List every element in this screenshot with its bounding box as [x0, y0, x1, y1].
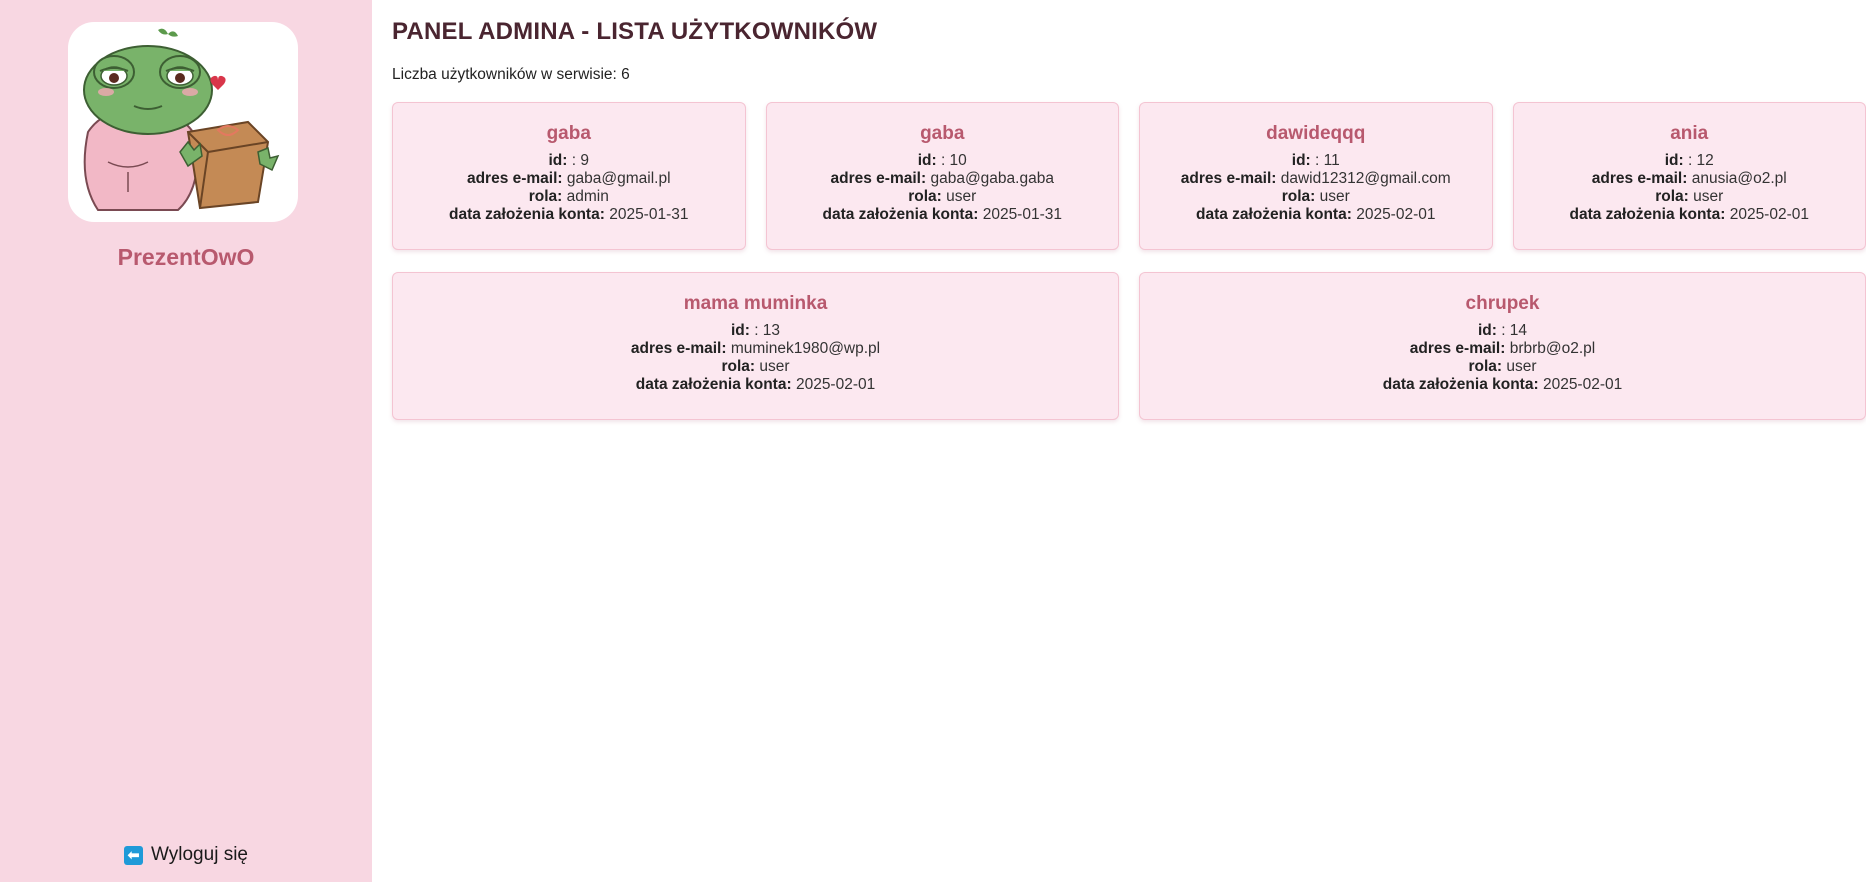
id-label: id:: [917, 152, 937, 169]
user-created: 2025-02-01: [795, 376, 876, 393]
logout-button[interactable]: ⬅ Wyloguj się: [0, 844, 372, 866]
created-label: data założenia konta:: [635, 376, 792, 393]
user-name: mama muminka: [683, 293, 828, 314]
user-email-line: adres e-mail: gaba@gmail.pl: [393, 170, 745, 188]
user-id-line: id: : 10: [767, 152, 1119, 170]
user-id-line: id: : 13: [393, 322, 1118, 340]
role-label: rola:: [908, 188, 942, 205]
id-label: id:: [730, 322, 750, 339]
user-created-line: data założenia konta: 2025-02-01: [1140, 206, 1492, 224]
frog-logo-icon: [83, 28, 280, 211]
email-label: adres e-mail:: [830, 170, 927, 187]
logout-label: Wyloguj się: [151, 844, 248, 865]
user-created: 2025-01-31: [609, 206, 689, 223]
user-role: user: [1506, 358, 1537, 375]
user-email-line: adres e-mail: brbrb@o2.pl: [1140, 340, 1865, 358]
page-title: PANEL ADMINA - LISTA UŻYTKOWNIKÓW: [392, 18, 878, 45]
user-id-line: id: : 11: [1140, 152, 1492, 170]
frog-logo: [68, 22, 298, 222]
user-id-line: id: : 12: [1514, 152, 1866, 170]
user-role: user: [759, 358, 790, 375]
user-created-line: data założenia konta: 2025-02-01: [1140, 376, 1865, 394]
user-role: admin: [566, 188, 609, 205]
user-id-line: id: : 14: [1140, 322, 1865, 340]
user-count: Liczba użytkowników w serwisie: 6: [392, 66, 630, 83]
user-created: 2025-01-31: [982, 206, 1062, 223]
user-card: mama muminka id: : 13 adres e-mail: mumi…: [392, 272, 1119, 420]
user-email: dawid12312@gmail.com: [1280, 170, 1451, 187]
user-role-line: rola: user: [1514, 188, 1866, 206]
role-label: rola:: [1281, 188, 1316, 205]
email-label: adres e-mail:: [466, 170, 563, 187]
role-label: rola:: [528, 188, 563, 205]
brand-name: PrezentOwO: [117, 244, 255, 270]
id-label: id:: [548, 152, 568, 169]
id-label: id:: [1291, 152, 1311, 169]
user-email: gaba@gaba.gaba: [930, 170, 1054, 187]
created-label: data założenia konta:: [822, 206, 979, 223]
email-label: adres e-mail:: [1591, 170, 1688, 187]
user-role: user: [1693, 188, 1724, 205]
sidebar: PrezentOwO ⬅ Wyloguj się: [0, 0, 372, 882]
user-role-line: rola: user: [1140, 358, 1865, 376]
user-id: : 11: [1315, 152, 1340, 169]
arrow-left-icon: ⬅: [124, 845, 143, 865]
user-id: : 12: [1687, 152, 1714, 169]
user-created-line: data założenia konta: 2025-01-31: [393, 206, 745, 224]
user-name: chrupek: [1465, 293, 1540, 314]
user-card: gaba id: : 10 adres e-mail: gaba@gaba.ga…: [765, 102, 1119, 250]
user-email-line: adres e-mail: dawid12312@gmail.com: [1140, 170, 1492, 188]
email-label: adres e-mail:: [1180, 170, 1277, 187]
created-label: data założenia konta:: [1569, 206, 1726, 223]
user-name: ania: [1670, 123, 1709, 144]
user-email: anusia@o2.pl: [1691, 170, 1787, 187]
user-id: : 9: [571, 152, 589, 169]
user-role: user: [946, 188, 977, 205]
user-email: muminek1980@wp.pl: [730, 340, 881, 357]
user-created-line: data założenia konta: 2025-01-31: [767, 206, 1119, 224]
role-label: rola:: [721, 358, 756, 375]
created-label: data założenia konta:: [448, 206, 605, 223]
user-id: : 13: [754, 322, 781, 339]
created-label: data założenia konta:: [1382, 376, 1539, 393]
user-card: dawideqqq id: : 11 adres e-mail: dawid12…: [1139, 102, 1493, 250]
user-email-line: adres e-mail: gaba@gaba.gaba: [767, 170, 1119, 188]
email-label: adres e-mail:: [630, 340, 727, 357]
user-email: brbrb@o2.pl: [1509, 340, 1596, 357]
user-id: : 10: [940, 152, 967, 169]
user-role-line: rola: admin: [393, 188, 745, 206]
user-name: dawideqqq: [1266, 123, 1366, 144]
email-label: adres e-mail:: [1409, 340, 1506, 357]
user-created-line: data założenia konta: 2025-02-01: [1514, 206, 1866, 224]
main-content: PANEL ADMINA - LISTA UŻYTKOWNIKÓW Liczba…: [372, 0, 1866, 882]
app-root: PrezentOwO ⬅ Wyloguj się PANEL ADMINA - …: [0, 0, 1866, 882]
user-email: gaba@gmail.pl: [566, 170, 671, 187]
user-role-line: rola: user: [393, 358, 1118, 376]
user-id: : 14: [1501, 322, 1528, 339]
user-created: 2025-02-01: [1542, 376, 1623, 393]
user-card: gaba id: : 9 adres e-mail: gaba@gmail.pl…: [392, 102, 746, 250]
created-label: data założenia konta:: [1195, 206, 1352, 223]
user-card: chrupek id: : 14 adres e-mail: brbrb@o2.…: [1139, 272, 1866, 420]
user-role: user: [1319, 188, 1350, 205]
user-name: gaba: [920, 123, 965, 144]
user-email-line: adres e-mail: muminek1980@wp.pl: [393, 340, 1118, 358]
user-created-line: data założenia konta: 2025-02-01: [393, 376, 1118, 394]
id-label: id:: [1477, 322, 1497, 339]
user-created: 2025-02-01: [1356, 206, 1436, 223]
user-role-line: rola: user: [1140, 188, 1492, 206]
user-name: gaba: [546, 123, 591, 144]
role-label: rola:: [1655, 188, 1689, 205]
user-email-line: adres e-mail: anusia@o2.pl: [1514, 170, 1866, 188]
user-card-row: gaba id: : 9 adres e-mail: gaba@gmail.pl…: [392, 102, 1866, 250]
user-card-row: mama muminka id: : 13 adres e-mail: mumi…: [392, 272, 1866, 420]
user-card: ania id: : 12 adres e-mail: anusia@o2.pl…: [1512, 102, 1866, 250]
user-created: 2025-02-01: [1729, 206, 1809, 223]
id-label: id:: [1664, 152, 1684, 169]
user-id-line: id: : 9: [393, 152, 745, 170]
user-role-line: rola: user: [767, 188, 1119, 206]
role-label: rola:: [1468, 358, 1503, 375]
